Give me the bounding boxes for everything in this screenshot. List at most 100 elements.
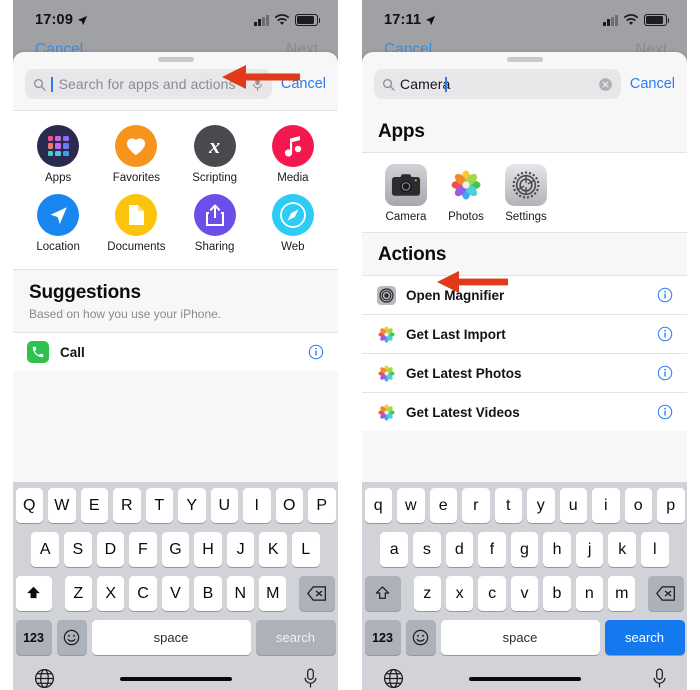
numbers-key-left[interactable]: 123 <box>15 620 52 655</box>
app-settings[interactable]: Settings <box>496 164 556 223</box>
key-b[interactable]: B <box>194 576 222 611</box>
key-m[interactable]: m <box>608 576 636 611</box>
emoji-icon[interactable] <box>56 620 87 655</box>
key-a[interactable]: a <box>380 532 409 567</box>
key-q[interactable]: q <box>364 488 392 523</box>
numbers-key-right[interactable]: 123 <box>364 620 401 655</box>
key-e[interactable]: e <box>429 488 457 523</box>
key-i[interactable]: i <box>592 488 620 523</box>
key-n[interactable]: N <box>226 576 255 611</box>
info-icon[interactable] <box>308 344 324 360</box>
space-key-right[interactable]: space <box>440 620 600 655</box>
app-camera[interactable]: Camera <box>376 164 436 223</box>
key-v[interactable]: V <box>161 576 190 611</box>
list-item-get-last-import[interactable]: Get Last Import <box>362 314 687 353</box>
info-icon[interactable] <box>657 326 673 342</box>
info-icon[interactable] <box>657 287 673 303</box>
globe-icon[interactable] <box>383 668 404 689</box>
backspace-icon[interactable] <box>648 576 685 611</box>
category-sharing[interactable]: Sharing <box>176 194 254 253</box>
key-s[interactable]: s <box>413 532 441 567</box>
key-x[interactable]: x <box>445 576 474 611</box>
key-l[interactable]: l <box>640 532 669 567</box>
category-label: Scripting <box>192 172 237 184</box>
search-key-right[interactable]: search <box>604 620 685 655</box>
key-t[interactable]: T <box>145 488 173 523</box>
key-w[interactable]: w <box>397 488 425 523</box>
key-j[interactable]: j <box>575 532 604 567</box>
microphone-icon[interactable] <box>251 77 264 92</box>
key-r[interactable]: R <box>113 488 141 523</box>
home-indicator-left[interactable] <box>119 676 232 681</box>
shift-outline-icon[interactable] <box>364 576 401 611</box>
emoji-icon[interactable] <box>405 620 436 655</box>
list-item-get-latest-photos[interactable]: Get Latest Photos <box>362 353 687 392</box>
globe-icon[interactable] <box>34 668 55 689</box>
microphone-icon[interactable] <box>303 668 318 689</box>
key-d[interactable]: d <box>445 532 474 567</box>
key-b[interactable]: b <box>543 576 571 611</box>
list-item-open-magnifier[interactable]: Open Magnifier <box>362 275 687 314</box>
key-c[interactable]: C <box>129 576 157 611</box>
search-cancel-button-right[interactable]: Cancel <box>630 76 675 92</box>
key-n[interactable]: n <box>575 576 604 611</box>
shift-filled-icon[interactable] <box>15 576 52 611</box>
key-g[interactable]: g <box>510 532 539 567</box>
key-e[interactable]: E <box>80 488 108 523</box>
space-key-left[interactable]: space <box>91 620 251 655</box>
key-z[interactable]: Z <box>64 576 92 611</box>
home-indicator-right[interactable] <box>468 676 581 681</box>
clear-text-icon[interactable] <box>598 77 613 92</box>
key-c[interactable]: c <box>478 576 506 611</box>
key-s[interactable]: S <box>64 532 92 567</box>
search-input-left[interactable]: Search for apps and actions <box>25 69 272 99</box>
search-input-right[interactable]: Camera <box>374 69 621 99</box>
category-label: Location <box>36 241 80 253</box>
key-y[interactable]: Y <box>178 488 206 523</box>
key-j[interactable]: J <box>226 532 255 567</box>
category-scripting[interactable]: x Scripting <box>176 125 254 184</box>
category-favorites[interactable]: Favorites <box>97 125 175 184</box>
key-m[interactable]: M <box>259 576 287 611</box>
key-g[interactable]: G <box>161 532 190 567</box>
list-item-call[interactable]: Call <box>13 332 338 371</box>
key-p[interactable]: P <box>308 488 336 523</box>
key-k[interactable]: k <box>608 532 636 567</box>
key-u[interactable]: u <box>559 488 587 523</box>
app-label: Photos <box>448 211 484 223</box>
key-h[interactable]: H <box>194 532 222 567</box>
info-icon[interactable] <box>657 404 673 420</box>
category-web[interactable]: Web <box>254 194 332 253</box>
key-p[interactable]: p <box>657 488 685 523</box>
key-v[interactable]: v <box>510 576 539 611</box>
search-cancel-button-left[interactable]: Cancel <box>281 76 326 92</box>
category-documents[interactable]: Documents <box>97 194 175 253</box>
key-f[interactable]: F <box>129 532 157 567</box>
key-q[interactable]: Q <box>15 488 43 523</box>
key-h[interactable]: h <box>543 532 571 567</box>
category-media[interactable]: Media <box>254 125 332 184</box>
key-a[interactable]: A <box>31 532 60 567</box>
key-i[interactable]: I <box>243 488 271 523</box>
key-x[interactable]: X <box>96 576 125 611</box>
key-d[interactable]: D <box>96 532 125 567</box>
list-item-get-latest-videos[interactable]: Get Latest Videos <box>362 392 687 431</box>
backspace-icon[interactable] <box>299 576 336 611</box>
key-o[interactable]: o <box>624 488 652 523</box>
key-w[interactable]: W <box>48 488 76 523</box>
key-f[interactable]: f <box>478 532 506 567</box>
key-u[interactable]: U <box>210 488 238 523</box>
key-o[interactable]: O <box>275 488 303 523</box>
key-t[interactable]: t <box>494 488 522 523</box>
category-apps[interactable]: Apps <box>19 125 97 184</box>
key-y[interactable]: y <box>527 488 555 523</box>
key-z[interactable]: z <box>413 576 441 611</box>
info-icon[interactable] <box>657 365 673 381</box>
key-k[interactable]: K <box>259 532 287 567</box>
microphone-icon[interactable] <box>652 668 667 689</box>
key-l[interactable]: L <box>291 532 320 567</box>
search-key-left[interactable]: search <box>255 620 336 655</box>
category-location[interactable]: Location <box>19 194 97 253</box>
app-photos[interactable]: Photos <box>436 164 496 223</box>
key-r[interactable]: r <box>462 488 490 523</box>
